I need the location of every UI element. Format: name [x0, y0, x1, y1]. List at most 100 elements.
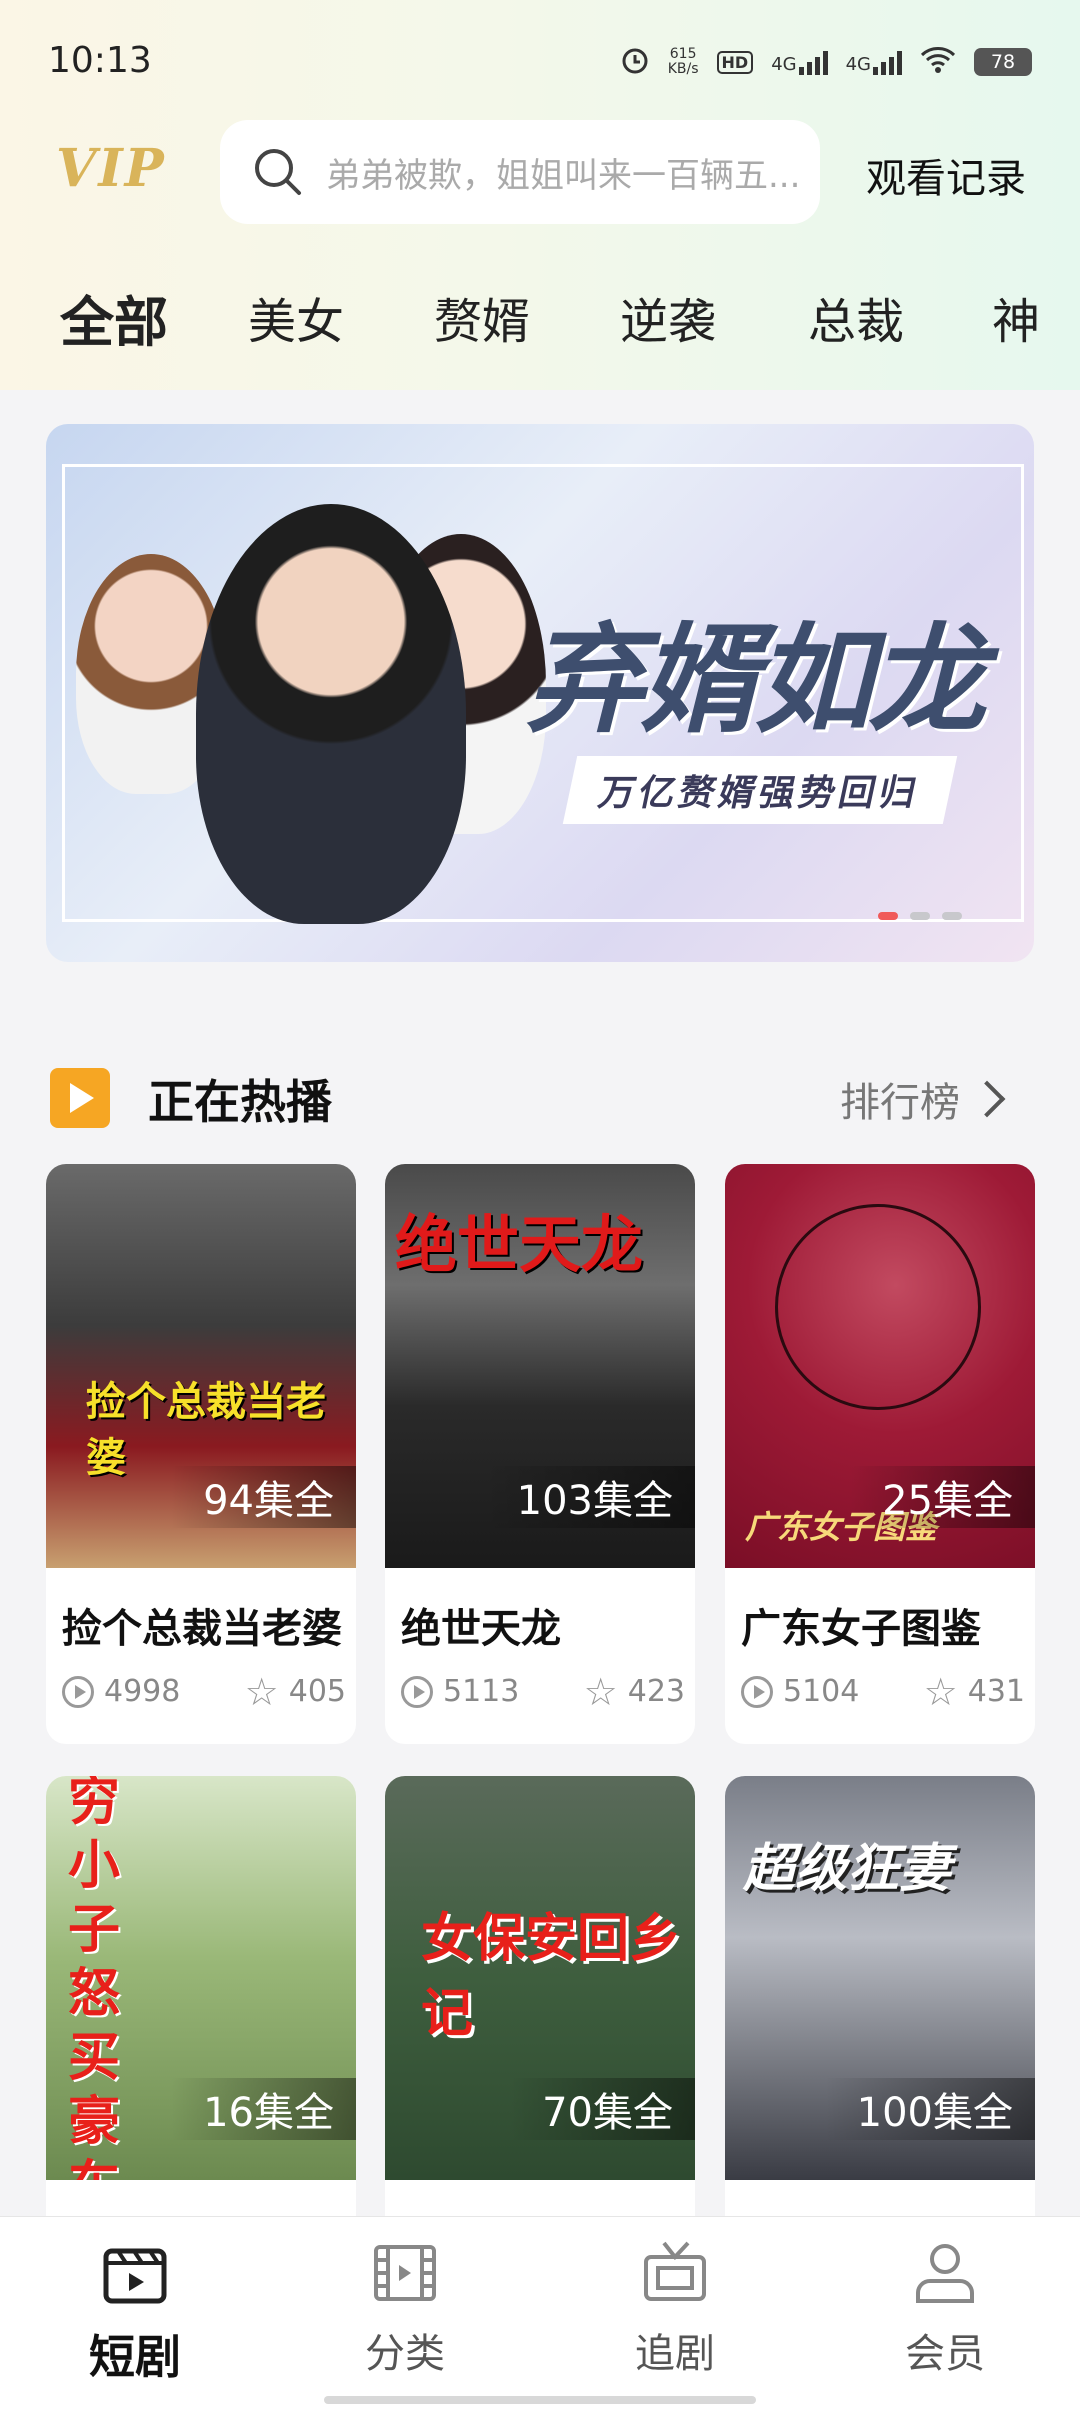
poster-ring-art: [775, 1204, 981, 1410]
nav-label: 会员: [905, 2331, 985, 2377]
tab-beauty[interactable]: 美女: [248, 282, 344, 352]
banner-pagination: [878, 912, 962, 920]
status-indicators: 615 KB/s HD 4G 4G 78: [620, 40, 1032, 84]
nav-label: 短剧: [89, 2330, 181, 2384]
drama-title: 捡个总裁当老婆: [62, 1606, 342, 1652]
category-tabs: 全部 美女 赘婿 逆袭 总裁 神: [0, 282, 1080, 362]
hd-voice-badge: HD: [716, 50, 754, 74]
tv-icon: [640, 2237, 710, 2307]
section-title: 正在热播: [148, 1075, 332, 1129]
search-bar[interactable]: 弟弟被欺，姐姐叫来一百辆五...: [220, 120, 820, 224]
play-count-value: 5104: [783, 1674, 860, 1709]
signal-bars-icon: [798, 49, 828, 75]
banner-dot[interactable]: [910, 912, 930, 920]
episode-badge: 100集全: [824, 2078, 1035, 2140]
user-icon: [910, 2237, 980, 2307]
featured-banner[interactable]: 弃婿如龙 万亿赘婿强势回归: [46, 424, 1034, 962]
play-count: 4998: [62, 1674, 180, 1709]
favorite-count: ☆ 405: [245, 1673, 346, 1711]
drama-title: 绝世天龙: [401, 1606, 561, 1652]
drama-poster[interactable]: 超级狂妻 100集全: [725, 1776, 1035, 2180]
drama-card[interactable]: 女保安回乡记 70集全: [385, 1776, 695, 2236]
drama-card[interactable]: 广东女子图鉴 25集全 广东女子图鉴 5104 ☆ 431: [725, 1164, 1035, 1744]
play-count: 5113: [401, 1674, 519, 1709]
banner-dot[interactable]: [942, 912, 962, 920]
search-icon: [250, 144, 306, 200]
drama-card[interactable]: 穷小子怒买豪车 16集全: [46, 1776, 356, 2236]
alarm-icon: [620, 45, 650, 79]
poster-title-art: 穷小子怒买豪车: [68, 1776, 121, 2180]
favorite-count: ☆ 431: [923, 1669, 1025, 1714]
banner-actor-image: [196, 504, 466, 924]
home-indicator[interactable]: [324, 2396, 756, 2404]
play-count-value: 5113: [443, 1674, 520, 1709]
poster-title-art: 超级狂妻: [743, 1838, 952, 1899]
tab-all[interactable]: 全部: [60, 282, 168, 357]
watch-history-button[interactable]: 观看记录: [866, 146, 1026, 204]
play-count-icon: [62, 1675, 94, 1708]
favorite-count: ☆ 423: [583, 1669, 685, 1714]
network-speed: 615 KB/s: [668, 47, 699, 77]
drama-title: 广东女子图鉴: [741, 1606, 981, 1652]
drama-stats: 5104 ☆ 431: [741, 1669, 1025, 1714]
episode-badge: 103集全: [484, 1466, 695, 1528]
clapperboard-icon: [100, 2237, 170, 2307]
drama-stats: 4998 ☆ 405: [62, 1673, 346, 1711]
nav-category[interactable]: 分类: [305, 2237, 505, 2379]
play-count-icon: [401, 1675, 433, 1708]
signal-sim2: 4G: [846, 49, 902, 75]
bottom-navigation: 短剧 分类 追剧 会员: [0, 2216, 1080, 2409]
vip-logo[interactable]: VIP: [56, 138, 166, 199]
nav-label: 分类: [365, 2331, 445, 2377]
tab-ceo[interactable]: 总裁: [808, 282, 904, 352]
star-icon: ☆: [923, 1669, 958, 1714]
signal-sim1: 4G: [771, 49, 828, 75]
banner-title: 弃婿如龙: [526, 610, 986, 749]
signal-sim2-label: 4G: [845, 54, 871, 75]
banner-dot[interactable]: [878, 912, 898, 920]
network-speed-value: 615: [669, 46, 697, 62]
signal-bars-icon: [873, 49, 902, 75]
episode-badge: 16集全: [171, 2078, 356, 2140]
drama-poster[interactable]: 绝世天龙 103集全: [385, 1164, 695, 1568]
battery-indicator: 78: [974, 48, 1032, 76]
episode-badge: 94集全: [171, 1466, 356, 1528]
signal-sim1-label: 4G: [771, 54, 797, 75]
drama-card[interactable]: 超级狂妻 100集全: [725, 1776, 1035, 2236]
drama-poster[interactable]: 捡个总裁当老婆 94集全: [46, 1164, 356, 1568]
drama-poster[interactable]: 女保安回乡记 70集全: [385, 1776, 695, 2180]
ranking-label: 排行榜: [840, 1080, 960, 1126]
poster-title-art: 女保安回乡记: [421, 1908, 682, 2044]
play-count-icon: [741, 1675, 773, 1708]
drama-stats: 5113 ☆ 423: [401, 1669, 685, 1714]
nav-following[interactable]: 追剧: [575, 2237, 775, 2379]
status-time: 10:13: [48, 40, 152, 81]
status-bar: 10:13 615 KB/s HD 4G 4G 78: [0, 0, 1080, 120]
drama-card[interactable]: 绝世天龙 103集全 绝世天龙 5113 ☆ 423: [385, 1164, 695, 1744]
tab-comeback[interactable]: 逆袭: [620, 282, 716, 352]
drama-card[interactable]: 捡个总裁当老婆 94集全 捡个总裁当老婆 4998 ☆ 405: [46, 1164, 356, 1744]
ranking-link[interactable]: 排行榜: [840, 1070, 1006, 1128]
episode-badge: 70集全: [510, 2078, 695, 2140]
episode-badge: 25集全: [850, 1466, 1035, 1528]
favorite-count-value: 405: [288, 1674, 346, 1709]
tab-more-partial[interactable]: 神: [992, 282, 1040, 352]
film-strip-icon: [370, 2237, 440, 2307]
star-icon: ☆: [583, 1669, 618, 1714]
banner-subtitle: 万亿赘婿强势回归: [562, 756, 958, 824]
drama-poster[interactable]: 广东女子图鉴 25集全: [725, 1164, 1035, 1568]
search-placeholder[interactable]: 弟弟被欺，姐姐叫来一百辆五...: [326, 148, 816, 197]
favorite-count-value: 431: [967, 1674, 1025, 1709]
network-speed-unit: KB/s: [667, 61, 699, 77]
play-count-value: 4998: [104, 1674, 181, 1709]
nav-short-drama[interactable]: 短剧: [35, 2237, 235, 2387]
play-section-icon: [50, 1068, 110, 1128]
chevron-right-icon: [968, 1080, 1006, 1118]
favorite-count-value: 423: [627, 1674, 685, 1709]
tab-son-in-law[interactable]: 赘婿: [434, 282, 530, 352]
poster-title-art: 绝世天龙: [395, 1208, 644, 1281]
drama-poster[interactable]: 穷小子怒买豪车 16集全: [46, 1776, 356, 2180]
nav-label: 追剧: [635, 2331, 715, 2377]
nav-member[interactable]: 会员: [845, 2237, 1045, 2379]
play-count: 5104: [741, 1674, 859, 1709]
